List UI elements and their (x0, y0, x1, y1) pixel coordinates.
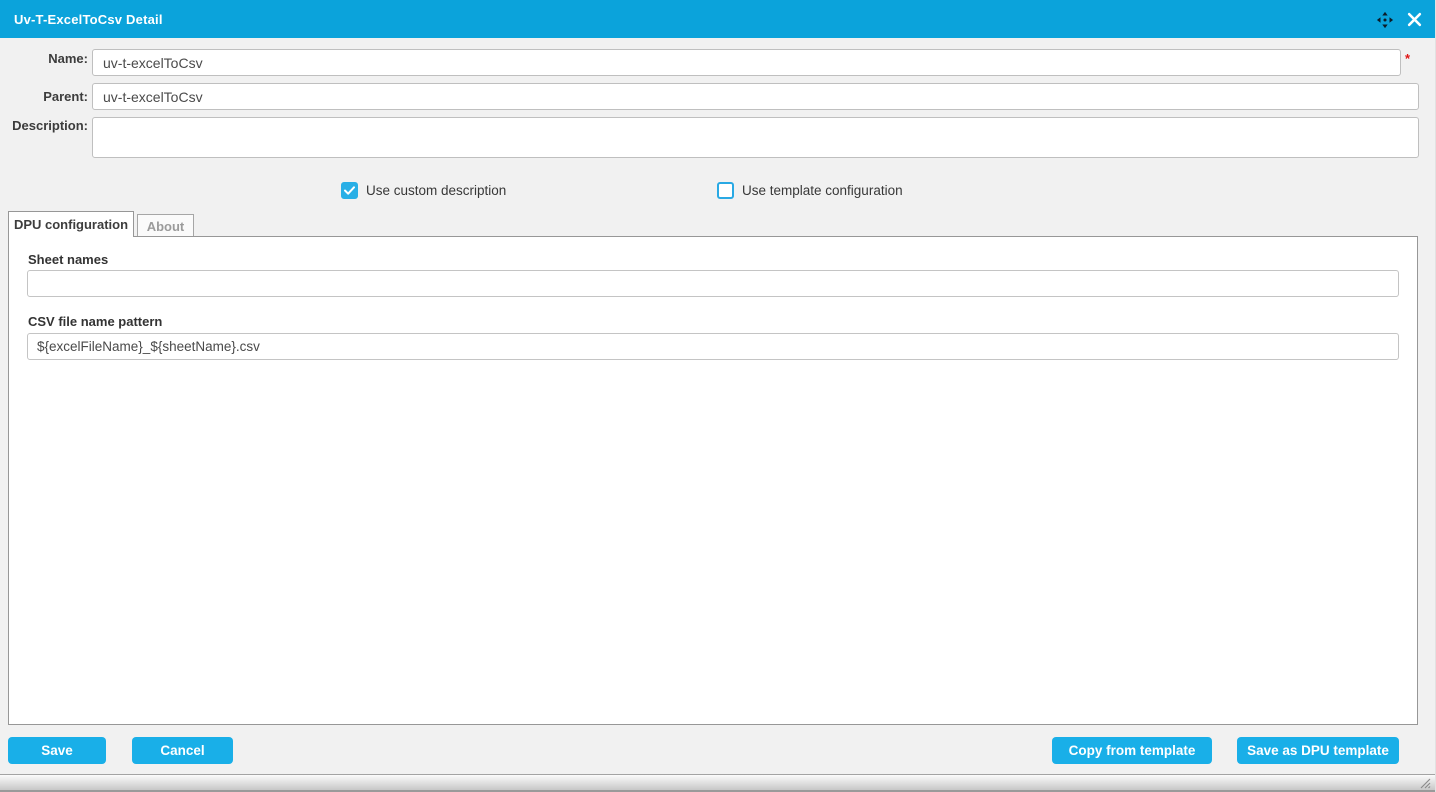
use-template-configuration-checkbox[interactable]: Use template configuration (717, 181, 903, 200)
cancel-button[interactable]: Cancel (132, 737, 233, 764)
checkbox-label: Use template configuration (742, 183, 903, 198)
csv-file-name-pattern-input[interactable] (27, 333, 1399, 360)
close-icon-glyph (1407, 12, 1422, 27)
checkbox-box[interactable] (717, 182, 734, 199)
parent-label: Parent: (0, 89, 88, 104)
checkbox-box[interactable] (341, 182, 358, 199)
close-icon[interactable] (1405, 10, 1424, 29)
save-button[interactable]: Save (8, 737, 106, 764)
csv-file-name-pattern-label: CSV file name pattern (28, 314, 162, 329)
checkbox-label: Use custom description (366, 183, 506, 198)
copy-from-template-button[interactable]: Copy from template (1052, 737, 1212, 764)
dpu-configuration-panel: Sheet names CSV file name pattern (8, 236, 1418, 725)
check-icon (344, 186, 355, 195)
tab-dpu-configuration[interactable]: DPU configuration (8, 211, 134, 237)
sheet-names-input[interactable] (27, 270, 1399, 297)
dialog-title: Uv-T-ExcelToCsv Detail (14, 12, 163, 27)
dialog-titlebar[interactable]: Uv-T-ExcelToCsv Detail (0, 0, 1435, 38)
description-label: Description: (0, 118, 88, 133)
parent-input (92, 83, 1419, 110)
required-asterisk: * (1405, 51, 1410, 66)
status-bar (0, 774, 1435, 792)
use-custom-description-checkbox[interactable]: Use custom description (341, 181, 506, 200)
description-textarea[interactable] (92, 117, 1419, 158)
resize-grip-icon[interactable] (1419, 776, 1431, 788)
save-as-dpu-template-button[interactable]: Save as DPU template (1237, 737, 1399, 764)
move-icon[interactable] (1375, 10, 1394, 29)
name-label: Name: (0, 51, 88, 66)
tab-about[interactable]: About (137, 214, 194, 237)
dpu-detail-dialog: Uv-T-ExcelToCsv Detail Name: * Parent: D… (0, 0, 1436, 792)
name-input[interactable] (92, 49, 1401, 76)
sheet-names-label: Sheet names (28, 252, 108, 267)
move-icon-glyph (1376, 11, 1394, 29)
